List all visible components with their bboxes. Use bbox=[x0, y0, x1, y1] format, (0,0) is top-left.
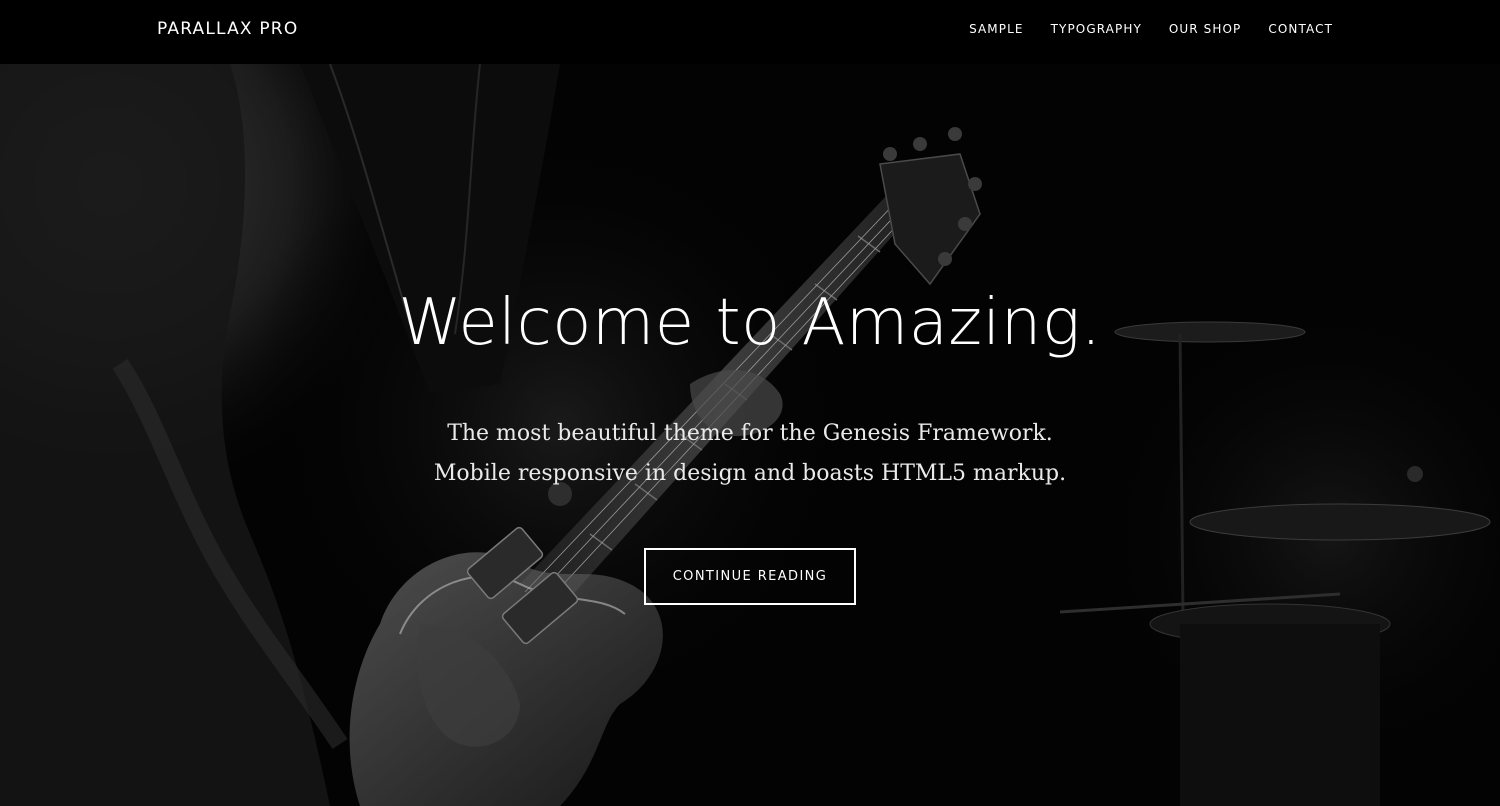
nav-item-our-shop[interactable]: OUR SHOP bbox=[1169, 22, 1242, 36]
site-title-link[interactable]: PARALLAX PRO bbox=[157, 19, 298, 39]
hero-description-line1: The most beautiful theme for the Genesis… bbox=[447, 421, 1053, 446]
nav-item-sample[interactable]: SAMPLE bbox=[969, 22, 1024, 36]
hero-content: Welcome to Amazing. The most beautiful t… bbox=[0, 64, 1500, 806]
hero-description-line2: Mobile responsive in design and boasts H… bbox=[433, 461, 1067, 486]
nav-item-contact[interactable]: CONTACT bbox=[1268, 22, 1333, 36]
nav-item-typography[interactable]: TYPOGRAPHY bbox=[1051, 22, 1142, 36]
hero-title: Welcome to Amazing. bbox=[398, 286, 1102, 360]
primary-nav: SAMPLE TYPOGRAPHY OUR SHOP CONTACT bbox=[969, 22, 1333, 36]
hero-section: Welcome to Amazing. The most beautiful t… bbox=[0, 64, 1500, 806]
site-header: PARALLAX PRO SAMPLE TYPOGRAPHY OUR SHOP … bbox=[0, 0, 1500, 64]
continue-reading-button[interactable]: CONTINUE READING bbox=[644, 548, 856, 605]
